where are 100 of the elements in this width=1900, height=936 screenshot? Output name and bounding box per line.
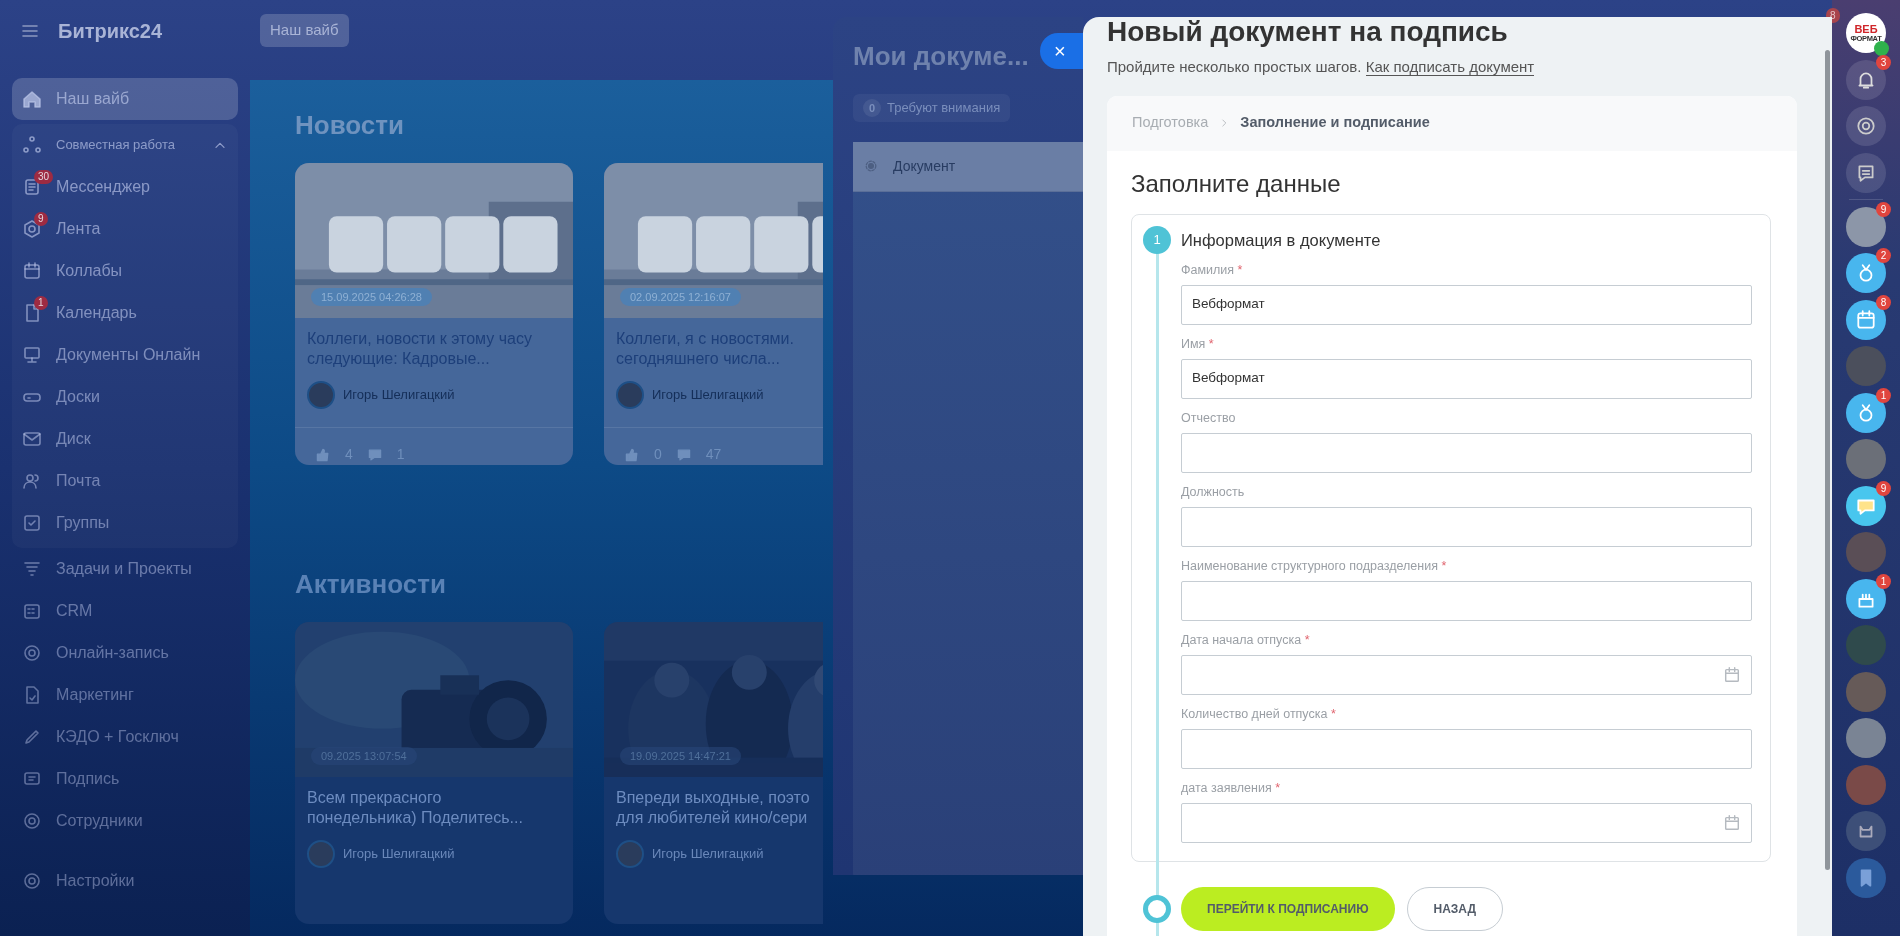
mail-icon: [22, 429, 42, 449]
field-label: Количество дней отпуска *: [1181, 705, 1337, 723]
logo: Битрикс24: [58, 19, 163, 44]
avatar: [616, 381, 644, 409]
target-icon: [22, 643, 42, 663]
step-title: Информация в документе: [1181, 229, 1381, 251]
avatar[interactable]: [1846, 764, 1886, 805]
sidebar-item[interactable]: КЭДО + Госключ: [12, 716, 238, 758]
sign-button[interactable]: ПЕРЕЙТИ К ПОДПИСАНИЮ: [1181, 886, 1395, 931]
avatar[interactable]: [1846, 671, 1886, 712]
pen-icon: [22, 727, 42, 747]
sidebar-item[interactable]: Наш вайб: [12, 78, 238, 120]
bookmark-button[interactable]: [1846, 857, 1886, 898]
post-title[interactable]: Всем прекрасного понедельника) Поделитесь...: [307, 788, 561, 828]
panel-title: Новый документ на подпись: [1107, 18, 1509, 46]
count-badge: 1: [1876, 387, 1891, 403]
settings-icon: [22, 871, 42, 891]
schedule-icon: [22, 601, 42, 621]
sidebar-item[interactable]: Доски: [12, 376, 238, 418]
author-name: Игорь Шелигацкий: [343, 845, 455, 864]
breadcrumb-step[interactable]: Заполнение и подписание: [1240, 112, 1430, 134]
sidebar-item[interactable]: Диск: [12, 418, 238, 460]
author-name: Игорь Шелигацкий: [652, 845, 764, 864]
breadcrumb-step[interactable]: Подготовка: [1132, 112, 1209, 134]
section-heading: Активности: [295, 568, 446, 601]
avatar: [616, 840, 644, 868]
date-field[interactable]: [1181, 654, 1752, 695]
avatar[interactable]: [1846, 718, 1886, 758]
author-name: Игорь Шелигацкий: [343, 386, 455, 405]
bell-button[interactable]: [1846, 59, 1886, 100]
board-icon: [22, 345, 42, 365]
help-link[interactable]: Как подписать документ: [1365, 58, 1535, 76]
group-icon: [22, 135, 42, 155]
step-marker: [1143, 894, 1171, 923]
field-label: Имя *: [1181, 335, 1215, 353]
home-icon: [22, 89, 42, 109]
sidebar-item[interactable]: Коллабы: [12, 250, 238, 292]
input-field[interactable]: [1181, 506, 1752, 547]
field-label: Отчество: [1181, 409, 1237, 427]
sidebar-item[interactable]: Группы: [12, 502, 238, 544]
close-button[interactable]: ×: [1040, 33, 1083, 69]
calendar-icon: [1723, 813, 1741, 832]
author-name: Игорь Шелигацкий: [652, 386, 764, 405]
date-field[interactable]: [1181, 802, 1752, 843]
vibe-button[interactable]: Наш вайб: [260, 14, 349, 47]
field-label: Наименование структурного подразделения *: [1181, 557, 1448, 575]
avatar: [307, 840, 335, 868]
like-icon: [624, 446, 640, 463]
calendar-icon: [1723, 665, 1741, 684]
settings-icon: [22, 811, 42, 831]
section-heading: Заполните данные: [1130, 168, 1342, 199]
count-badge: 1: [34, 296, 48, 310]
avatar[interactable]: [1846, 439, 1886, 479]
sidebar-item[interactable]: Подпись: [12, 758, 238, 800]
calendar-icon: [22, 261, 42, 281]
input-field[interactable]: [1181, 728, 1752, 769]
field-label: Фамилия *: [1181, 261, 1244, 279]
count-badge: 2: [1876, 248, 1891, 263]
sidebar-item[interactable]: CRM: [12, 590, 238, 632]
like-icon: [315, 446, 331, 463]
sidebar-item[interactable]: Маркетинг: [12, 674, 238, 716]
cake-button[interactable]: [1846, 578, 1886, 619]
medal-button[interactable]: [1846, 253, 1886, 293]
sidebar-item[interactable]: Задачи и Проекты: [12, 548, 238, 590]
avatar: [307, 381, 335, 409]
input-field[interactable]: [1181, 580, 1752, 621]
section-heading: Новости: [295, 109, 404, 142]
input-field[interactable]: Вебформат: [1181, 358, 1752, 399]
sidebar-item[interactable]: Календарь 1: [12, 292, 238, 334]
chat-button[interactable]: [1846, 152, 1886, 193]
sidebar-item[interactable]: Сотрудники: [12, 800, 238, 842]
avatar[interactable]: [1846, 206, 1886, 247]
back-button[interactable]: НАЗАД: [1406, 886, 1504, 931]
messages-button[interactable]: [1846, 485, 1886, 526]
field-label: Должность: [1181, 483, 1246, 501]
count-badge: 30: [34, 170, 54, 184]
field-label: дата заявления *: [1181, 779, 1282, 797]
sidebar-item[interactable]: Мессенджер 30: [12, 166, 238, 208]
sidebar-item[interactable]: Почта: [12, 460, 238, 502]
sidebar-item[interactable]: Документы Онлайн: [12, 334, 238, 376]
calendar-button[interactable]: [1846, 299, 1886, 340]
sidebar-item[interactable]: Лента 9: [12, 208, 238, 250]
medal-button[interactable]: [1846, 392, 1886, 433]
input-field[interactable]: [1181, 432, 1752, 473]
input-field[interactable]: Вебформат: [1181, 284, 1752, 325]
funnel-icon: [22, 559, 42, 579]
calendar-icon: [1855, 308, 1877, 331]
group-header[interactable]: Совместная работа: [12, 124, 238, 166]
sidebar-item[interactable]: Онлайн-запись: [12, 632, 238, 674]
sidebar-item[interactable]: Настройки: [12, 860, 238, 902]
panel-subtitle: Пройдите несколько простых шагов. Как подписать документ: [1107, 57, 1536, 78]
count-badge: 3: [1876, 54, 1891, 70]
checkbox-icon: [22, 513, 42, 533]
step-number: 1: [1143, 225, 1171, 254]
count-badge: 1: [1876, 573, 1891, 589]
count-badge: 9: [1876, 201, 1891, 217]
field-label: Дата начала отпуска *: [1181, 631, 1311, 649]
post-title[interactable]: Впереди выходные, поэто для любителей кино/сери: [616, 788, 811, 828]
count-badge: 8: [1876, 294, 1891, 310]
document-row[interactable]: Документ: [853, 141, 1083, 192]
